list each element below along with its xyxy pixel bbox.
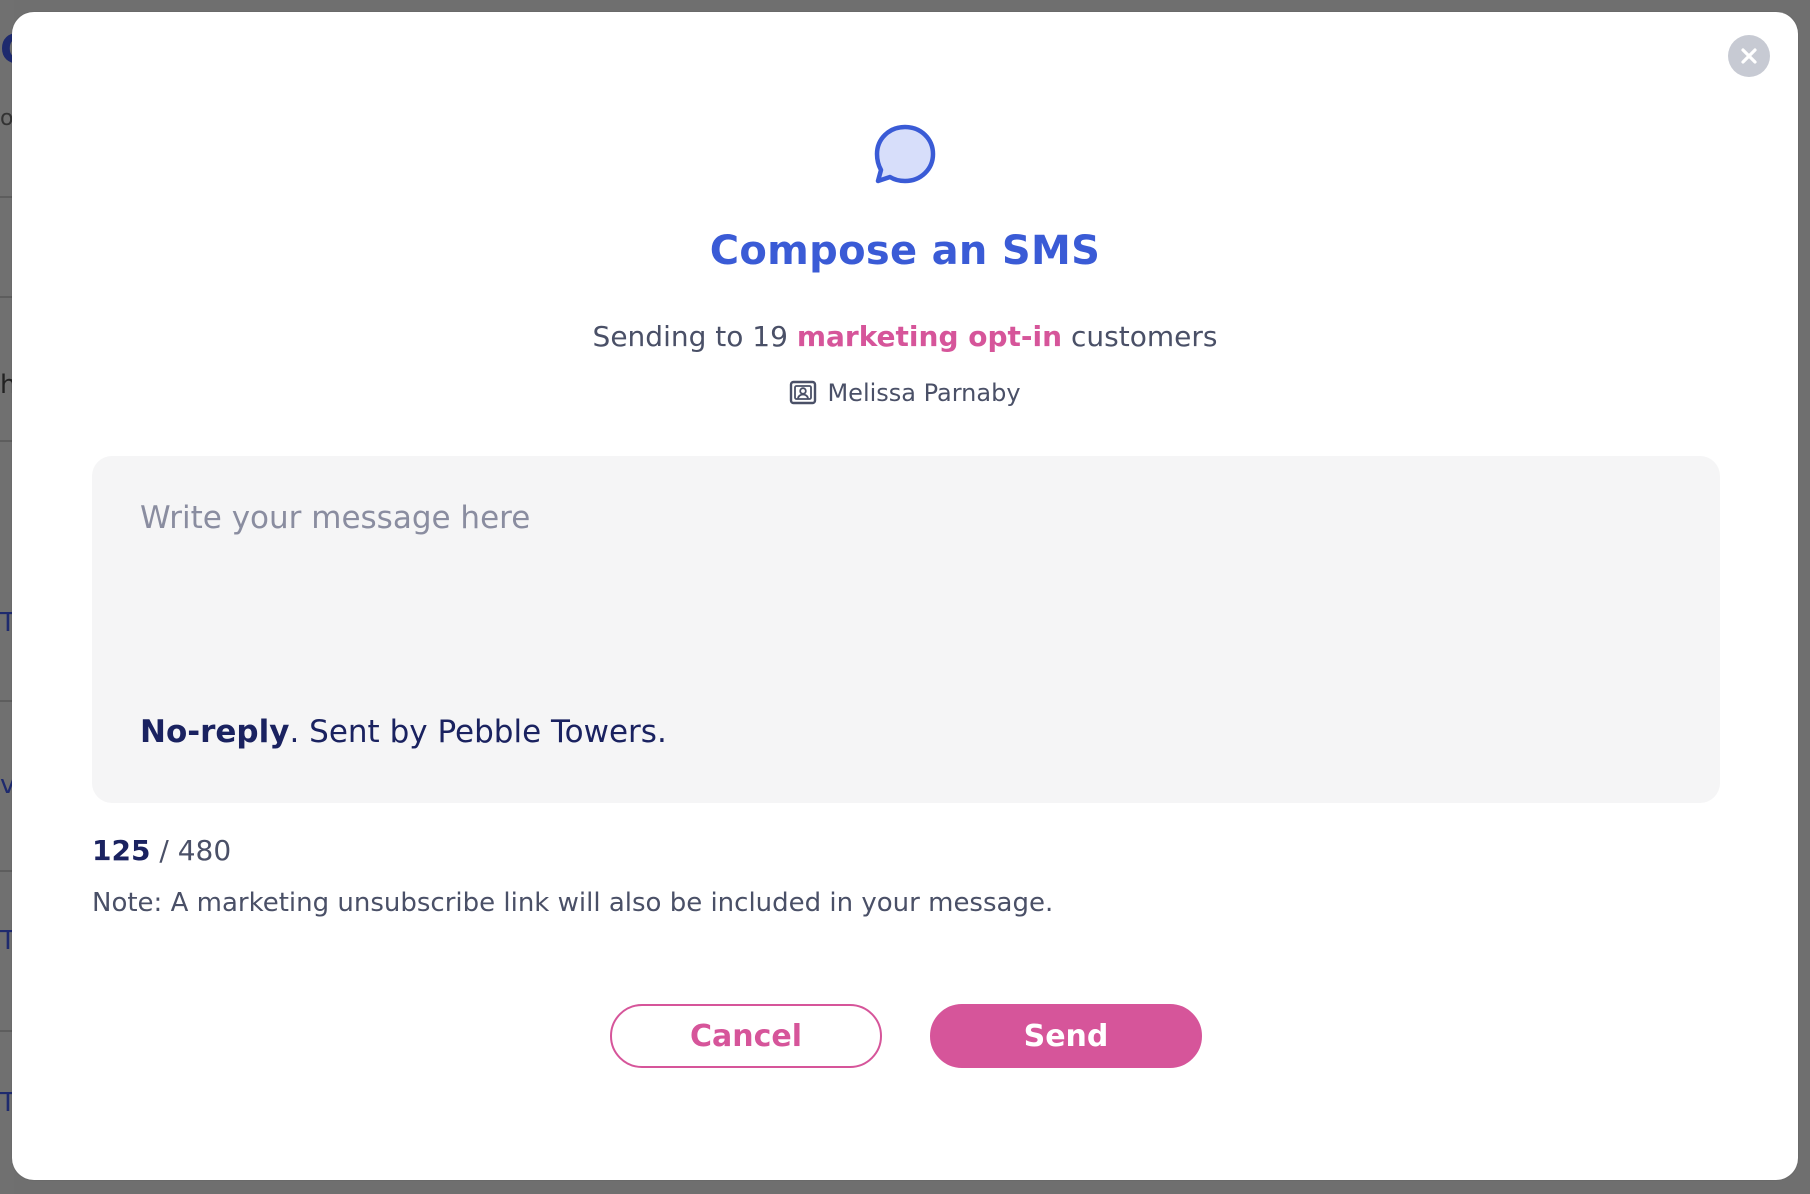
recipients-prefix: Sending to 19: [592, 320, 788, 353]
recipients-suffix: customers: [1070, 320, 1218, 353]
message-footer-noreply: No-reply: [140, 714, 290, 750]
sender-name: Melissa Parnaby: [827, 379, 1021, 407]
character-counter: 125 / 480: [92, 834, 231, 867]
message-composer: No-reply. Sent by Pebble Towers.: [92, 456, 1720, 803]
close-button[interactable]: [1728, 35, 1770, 77]
message-footer: No-reply. Sent by Pebble Towers.: [140, 714, 667, 750]
character-count: 125: [92, 834, 151, 867]
sender-info: Melissa Parnaby: [12, 379, 1798, 407]
close-icon: [1741, 48, 1757, 64]
chat-bubble-icon: [874, 124, 936, 184]
unsubscribe-note: Note: A marketing unsubscribe link will …: [92, 888, 1054, 918]
contact-card-icon: [789, 380, 817, 406]
recipients-segment: marketing opt-in: [796, 320, 1063, 353]
recipients-summary: Sending to 19 marketing opt-in customers: [12, 320, 1798, 353]
character-counter-separator: /: [150, 834, 178, 867]
send-button[interactable]: Send: [930, 1004, 1202, 1068]
message-input[interactable]: [140, 500, 1660, 620]
character-limit: 480: [177, 834, 232, 867]
dialog-title: Compose an SMS: [709, 228, 1101, 274]
cancel-button[interactable]: Cancel: [610, 1004, 882, 1068]
message-footer-sender: . Sent by Pebble Towers.: [289, 714, 667, 750]
compose-sms-dialog: Compose an SMS Sending to 19 marketing o…: [12, 12, 1798, 1180]
